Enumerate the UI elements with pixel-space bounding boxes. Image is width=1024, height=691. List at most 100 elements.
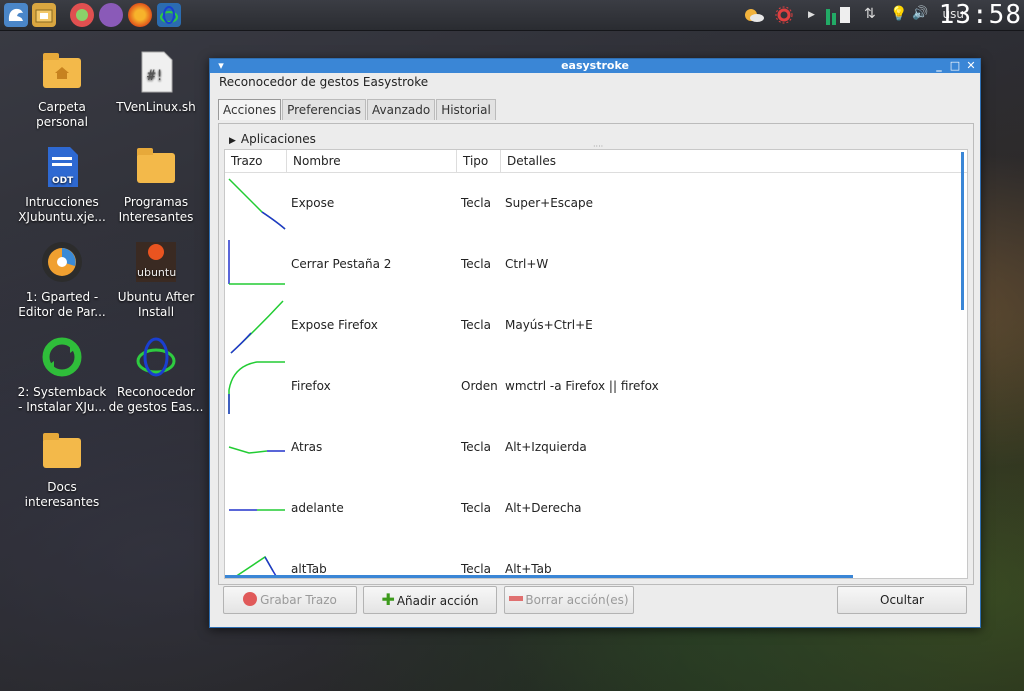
actions-table: Trazo Nombre Tipo Detalles Expose Tecla … [224,149,968,579]
applications-expander[interactable]: ▶ Aplicaciones [229,132,316,146]
desktop-icon-label: 2: Systemback - Instalar XJu... [17,385,107,414]
plus-icon: ✚ [381,590,395,609]
network-monitor-icon[interactable] [826,5,856,25]
hide-button[interactable]: Ocultar [837,586,967,614]
row-name: Cerrar Pestaña 2 [291,257,392,271]
desktop-icon-label: TVenLinux.sh [116,100,196,114]
column-header-nombre[interactable]: Nombre [287,150,457,172]
row-details: Alt+Tab [505,562,552,576]
tab-historial[interactable]: Historial [436,99,496,120]
table-row[interactable]: Atras Tecla Alt+Izquierda [225,417,967,478]
tab-bar: Acciones Preferencias Avanzado Historial [218,99,497,121]
window-titlebar[interactable]: ▾ easystroke _ □ ✕ [210,59,980,73]
desktop-icon-docs-interesantes[interactable]: Docs interesantes [14,430,110,510]
close-icon[interactable]: ✕ [964,59,978,73]
desktop-icon-systemback[interactable]: 2: Systemback - Instalar XJu... [14,335,110,415]
table-row[interactable]: Expose Tecla Super+Escape [225,173,967,234]
table-row[interactable]: altTab Tecla Alt+Tab [225,539,967,578]
window-title: easystroke [561,59,629,72]
app-title: Reconocedor de gestos Easystroke [219,75,429,89]
minus-icon [509,596,524,601]
row-details: Alt+Izquierda [505,440,587,454]
table-row[interactable]: adelante Tecla Alt+Derecha [225,478,967,539]
purple-app-icon[interactable] [99,3,123,27]
row-name: Expose [291,196,335,210]
file-manager-icon[interactable] [32,3,56,27]
desktop-icon-label: Docs interesantes [24,480,100,509]
desktop-icon-carpeta-personal[interactable]: Carpeta personal [14,50,110,130]
row-type: Tecla [461,318,491,332]
row-details: Alt+Derecha [505,501,582,515]
row-type: Orden [461,379,498,393]
desktop-icon-label: Programas Interesantes [118,195,194,224]
table-row[interactable]: Expose Firefox Tecla Mayús+Ctrl+E [225,295,967,356]
easystroke-taskbar-icon[interactable] [157,3,181,27]
record-stroke-label: Grabar Trazo [260,593,337,607]
row-type: Tecla [461,440,491,454]
desktop-icon-gparted[interactable]: 1: Gparted - Editor de Par... [14,240,110,320]
table-row[interactable]: Firefox Orden wmctrl -a Firefox || firef… [225,356,967,417]
stroke-thumbnail [228,240,285,285]
table-row[interactable]: Cerrar Pestaña 2 Tecla Ctrl+W [225,234,967,295]
volume-icon[interactable]: 🔊 [912,5,928,25]
row-name: adelante [291,501,344,515]
row-name: Firefox [291,379,331,393]
row-details: wmctrl -a Firefox || firefox [505,379,659,393]
whisker-menu-icon[interactable] [4,3,28,27]
column-header-tipo[interactable]: Tipo [457,150,501,172]
stroke-thumbnail [228,178,286,230]
record-icon [243,592,258,606]
row-name: altTab [291,562,327,576]
window-menu-icon[interactable]: ▾ [214,59,228,73]
expander-label: Aplicaciones [240,132,316,146]
tab-content: ▶ Aplicaciones ···· Trazo Nombre Tipo Det… [218,123,974,585]
row-details: Mayús+Ctrl+E [505,318,593,332]
triangle-right-icon: ▶ [229,136,236,146]
top-panel: ▶ ⇅ 💡 🔊 usu 13:58 [0,0,1024,31]
delete-action-button[interactable]: Borrar acción(es) [504,586,634,614]
column-header-trazo[interactable]: Trazo [225,150,287,172]
firefox-icon[interactable] [128,3,152,27]
desktop-icon-intrucciones[interactable]: ODT Intrucciones XJubuntu.xje... [14,145,110,225]
arrow-right-icon[interactable]: ▶ [808,5,815,25]
desktop-icon-label: 1: Gparted - Editor de Par... [18,290,106,319]
desktop-icon-programas-interesantes[interactable]: Programas Interesantes [108,145,204,225]
column-header-detalles[interactable]: Detalles [501,150,961,172]
stroke-thumbnail [228,446,285,454]
tab-preferencias[interactable]: Preferencias [282,99,366,120]
maximize-icon[interactable]: □ [948,59,962,73]
record-stroke-button[interactable]: Grabar Trazo [223,586,357,614]
row-details: Ctrl+W [505,257,549,271]
desktop-icon-label: Intrucciones XJubuntu.xje... [18,195,106,224]
desktop-icon-tvenlinux[interactable]: #! TVenLinux.sh [108,50,204,115]
weather-icon[interactable] [742,5,766,25]
row-type: Tecla [461,562,491,576]
row-type: Tecla [461,196,491,210]
vertical-scrollbar[interactable] [961,152,964,310]
minimize-icon[interactable]: _ [932,59,946,73]
stroke-thumbnail [228,361,285,414]
row-type: Tecla [461,501,491,515]
row-name: Expose Firefox [291,318,378,332]
add-action-label: Añadir acción [396,594,479,608]
desktop-icon-label: Ubuntu After Install [117,290,195,319]
settings-gear-icon[interactable] [774,5,794,25]
row-name: Atras [291,440,323,454]
network-updown-icon[interactable]: ⇅ [864,5,876,25]
clock[interactable]: 13:58 [939,0,1022,30]
row-type: Tecla [461,257,491,271]
stroke-thumbnail [230,300,284,354]
horizontal-scrollbar[interactable] [225,575,853,578]
svg-text:ubuntu: ubuntu [137,266,176,279]
easystroke-window: ▾ easystroke _ □ ✕ Reconocedor de gestos… [209,58,981,628]
tab-acciones[interactable]: Acciones [218,99,282,120]
desktop-icon-ubuntu-after-install[interactable]: ubuntu Ubuntu After Install [108,240,204,320]
row-details: Super+Escape [505,196,593,210]
bulb-icon[interactable]: 💡 [890,5,907,25]
tab-avanzado[interactable]: Avanzado [367,99,436,120]
stroke-thumbnail [229,509,285,511]
desktop-icon-label: Carpeta personal [36,100,88,129]
add-action-button[interactable]: ✚ Añadir acción [363,586,497,614]
desktop-icon-easystroke[interactable]: Reconocedor de gestos Eas... [108,335,204,415]
app-launcher-icon[interactable] [70,3,94,27]
